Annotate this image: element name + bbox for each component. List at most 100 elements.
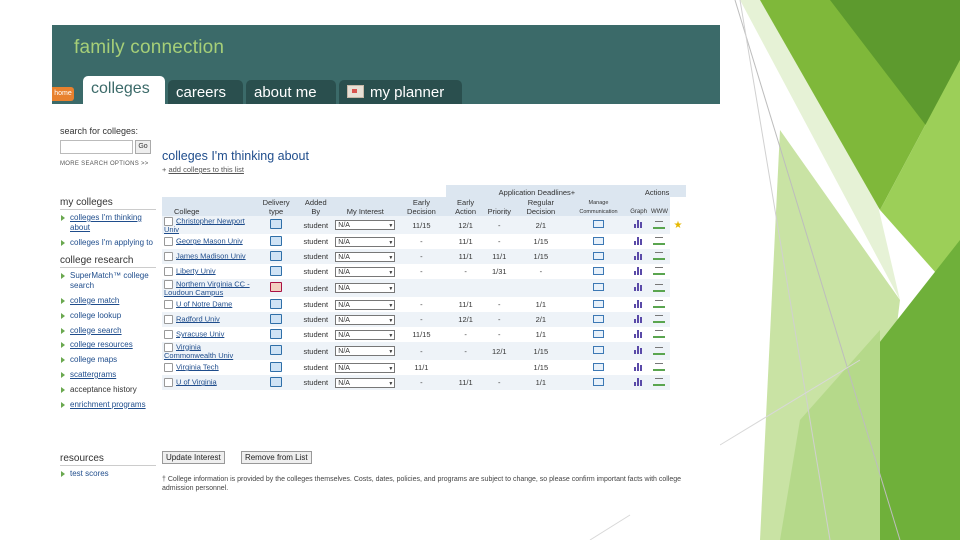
college-cell[interactable]: U of Virginia <box>162 375 254 390</box>
sidebar-item-thinking-about[interactable]: colleges I'm thinking about <box>60 213 156 233</box>
mail-icon[interactable] <box>592 236 604 245</box>
interest-select[interactable]: N/A <box>335 377 396 389</box>
web-link-icon[interactable] <box>653 346 666 355</box>
web-link-icon[interactable] <box>653 329 666 338</box>
sidebar-item-college-match[interactable]: college match <box>60 296 156 306</box>
interest-select[interactable]: N/A <box>335 266 396 278</box>
bar-graph-icon[interactable] <box>634 377 643 386</box>
college-cell[interactable]: Syracuse Univ <box>162 327 254 342</box>
priority-cell: - <box>498 237 501 246</box>
mail-icon[interactable] <box>592 329 604 338</box>
college-link[interactable]: Northern Virginia CC - Loudoun Campus <box>164 279 250 297</box>
web-link-icon[interactable] <box>653 362 666 371</box>
sidebar-item-college-lookup[interactable]: college lookup <box>60 311 156 321</box>
row-checkbox[interactable] <box>164 237 173 246</box>
row-checkbox[interactable] <box>164 267 173 276</box>
college-link[interactable]: Syracuse Univ <box>176 329 224 338</box>
college-link[interactable]: Virginia Commonwealth Univ <box>164 342 233 360</box>
go-button[interactable]: Go <box>135 140 151 154</box>
college-link[interactable]: Liberty Univ <box>176 266 216 275</box>
bar-graph-icon[interactable] <box>634 236 643 245</box>
row-checkbox[interactable] <box>164 378 173 387</box>
mail-icon[interactable] <box>592 283 604 291</box>
bar-graph-icon[interactable] <box>634 266 643 275</box>
college-link[interactable]: Radford Univ <box>176 314 220 323</box>
college-link[interactable]: James Madison Univ <box>176 251 246 260</box>
college-cell[interactable]: Virginia Tech <box>162 360 254 375</box>
interest-select[interactable]: N/A <box>335 220 396 231</box>
mail-icon[interactable] <box>592 266 604 275</box>
mail-icon[interactable] <box>592 299 604 308</box>
sidebar-item-test-scores[interactable]: test scores <box>60 469 156 478</box>
college-cell[interactable]: U of Notre Dame <box>162 297 254 312</box>
college-link[interactable]: U of Virginia <box>176 377 217 386</box>
mail-icon[interactable] <box>592 220 604 228</box>
web-link-icon[interactable] <box>653 236 666 245</box>
web-link-icon[interactable] <box>653 377 666 386</box>
tab-careers[interactable]: careers <box>168 80 243 104</box>
web-link-icon[interactable] <box>653 220 666 229</box>
college-cell[interactable]: Liberty Univ <box>162 264 254 279</box>
bar-graph-icon[interactable] <box>634 299 643 308</box>
sidebar-item-college-maps[interactable]: college maps <box>60 355 156 365</box>
bar-graph-icon[interactable] <box>634 283 643 291</box>
sidebar-item-scattergrams[interactable]: scattergrams <box>60 370 156 380</box>
sidebar-item-applying-to[interactable]: colleges I'm applying to <box>60 238 156 248</box>
interest-select[interactable]: N/A <box>335 251 396 263</box>
tab-about-me[interactable]: about me <box>246 80 336 104</box>
remove-from-list-button[interactable]: Remove from List <box>240 451 312 464</box>
home-tab[interactable]: home <box>52 87 74 101</box>
bar-graph-icon[interactable] <box>634 220 643 228</box>
row-checkbox[interactable] <box>164 315 173 324</box>
web-link-icon[interactable] <box>653 251 666 260</box>
mail-icon[interactable] <box>592 346 604 354</box>
sidebar-item-college-search[interactable]: college search <box>60 326 156 336</box>
interest-select[interactable]: N/A <box>335 299 396 311</box>
bar-graph-icon[interactable] <box>634 329 643 338</box>
web-link-icon[interactable] <box>653 283 666 292</box>
college-cell[interactable]: George Mason Univ <box>162 234 254 249</box>
web-link-icon[interactable] <box>653 266 666 275</box>
college-cell[interactable]: Christopher Newport Univ <box>162 216 254 234</box>
web-link-icon[interactable] <box>653 299 666 308</box>
interest-select[interactable]: N/A <box>335 236 396 248</box>
search-input[interactable] <box>60 140 133 154</box>
college-link[interactable]: Christopher Newport Univ <box>164 216 245 234</box>
college-cell[interactable]: Radford Univ <box>162 312 254 327</box>
interest-select[interactable]: N/A <box>335 314 396 326</box>
row-checkbox[interactable] <box>164 363 173 372</box>
star-icon[interactable]: ★ <box>674 220 683 231</box>
bar-graph-icon[interactable] <box>634 314 643 323</box>
interest-select[interactable]: N/A <box>335 329 396 341</box>
bar-graph-icon[interactable] <box>634 346 643 354</box>
bar-graph-icon[interactable] <box>634 251 643 260</box>
mail-icon[interactable] <box>592 314 604 323</box>
mail-icon[interactable] <box>592 251 604 260</box>
tab-my-planner[interactable]: my planner <box>339 80 462 104</box>
college-cell[interactable]: Virginia Commonwealth Univ <box>162 342 254 360</box>
mail-icon[interactable] <box>592 377 604 386</box>
row-checkbox[interactable] <box>164 252 173 261</box>
sidebar-item-college-resources[interactable]: college resources <box>60 340 156 350</box>
regular-decision-cell: 1/1 <box>535 330 547 339</box>
interest-select[interactable]: N/A <box>335 346 396 357</box>
college-cell[interactable]: James Madison Univ <box>162 249 254 264</box>
tab-colleges[interactable]: colleges <box>83 76 165 104</box>
row-checkbox[interactable] <box>164 300 173 309</box>
update-interest-button[interactable]: Update Interest <box>162 451 225 464</box>
row-checkbox[interactable] <box>164 330 173 339</box>
add-colleges-link[interactable]: + add colleges to this list <box>162 165 712 174</box>
interest-select[interactable]: N/A <box>335 283 396 294</box>
sidebar-item-enrichment-programs[interactable]: enrichment programs <box>60 400 156 410</box>
college-link[interactable]: U of Notre Dame <box>176 299 232 308</box>
sidebar-item-acceptance-history[interactable]: acceptance history <box>60 385 156 395</box>
college-cell[interactable]: Northern Virginia CC - Loudoun Campus <box>162 279 254 297</box>
sidebar-item-supermatch[interactable]: SuperMatch™ college search <box>60 271 156 291</box>
web-link-icon[interactable] <box>653 314 666 323</box>
more-search-options-link[interactable]: MORE SEARCH OPTIONS >> <box>60 161 156 167</box>
college-link[interactable]: Virginia Tech <box>176 362 219 371</box>
bar-graph-icon[interactable] <box>634 362 643 371</box>
mail-icon[interactable] <box>592 362 604 371</box>
interest-select[interactable]: N/A <box>335 362 396 374</box>
college-link[interactable]: George Mason Univ <box>176 236 243 245</box>
